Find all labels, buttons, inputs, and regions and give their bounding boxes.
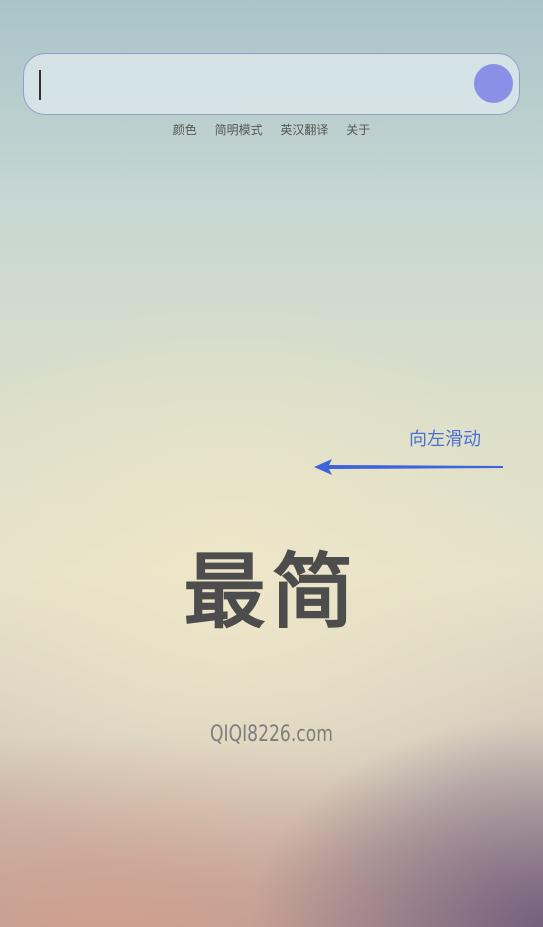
menu-bar: 颜色 简明模式 英汉翻译 关于 — [0, 121, 543, 138]
app-logo-title: 最简 — [183, 545, 360, 640]
search-button[interactable] — [474, 64, 513, 103]
text-caret — [39, 70, 41, 100]
swipe-hint-text: 向左滑动 — [409, 429, 481, 450]
menu-item-translate[interactable]: 英汉翻译 — [280, 121, 328, 138]
app-logo-subtitle: QIQI8226.com — [210, 722, 333, 747]
menu-item-simple-mode[interactable]: 简明模式 — [215, 121, 263, 138]
search-input[interactable] — [38, 62, 458, 106]
menu-item-color[interactable]: 颜色 — [173, 121, 197, 138]
menu-item-about[interactable]: 关于 — [346, 121, 370, 138]
left-arrow-icon — [314, 459, 503, 475]
search-bar — [23, 53, 520, 115]
